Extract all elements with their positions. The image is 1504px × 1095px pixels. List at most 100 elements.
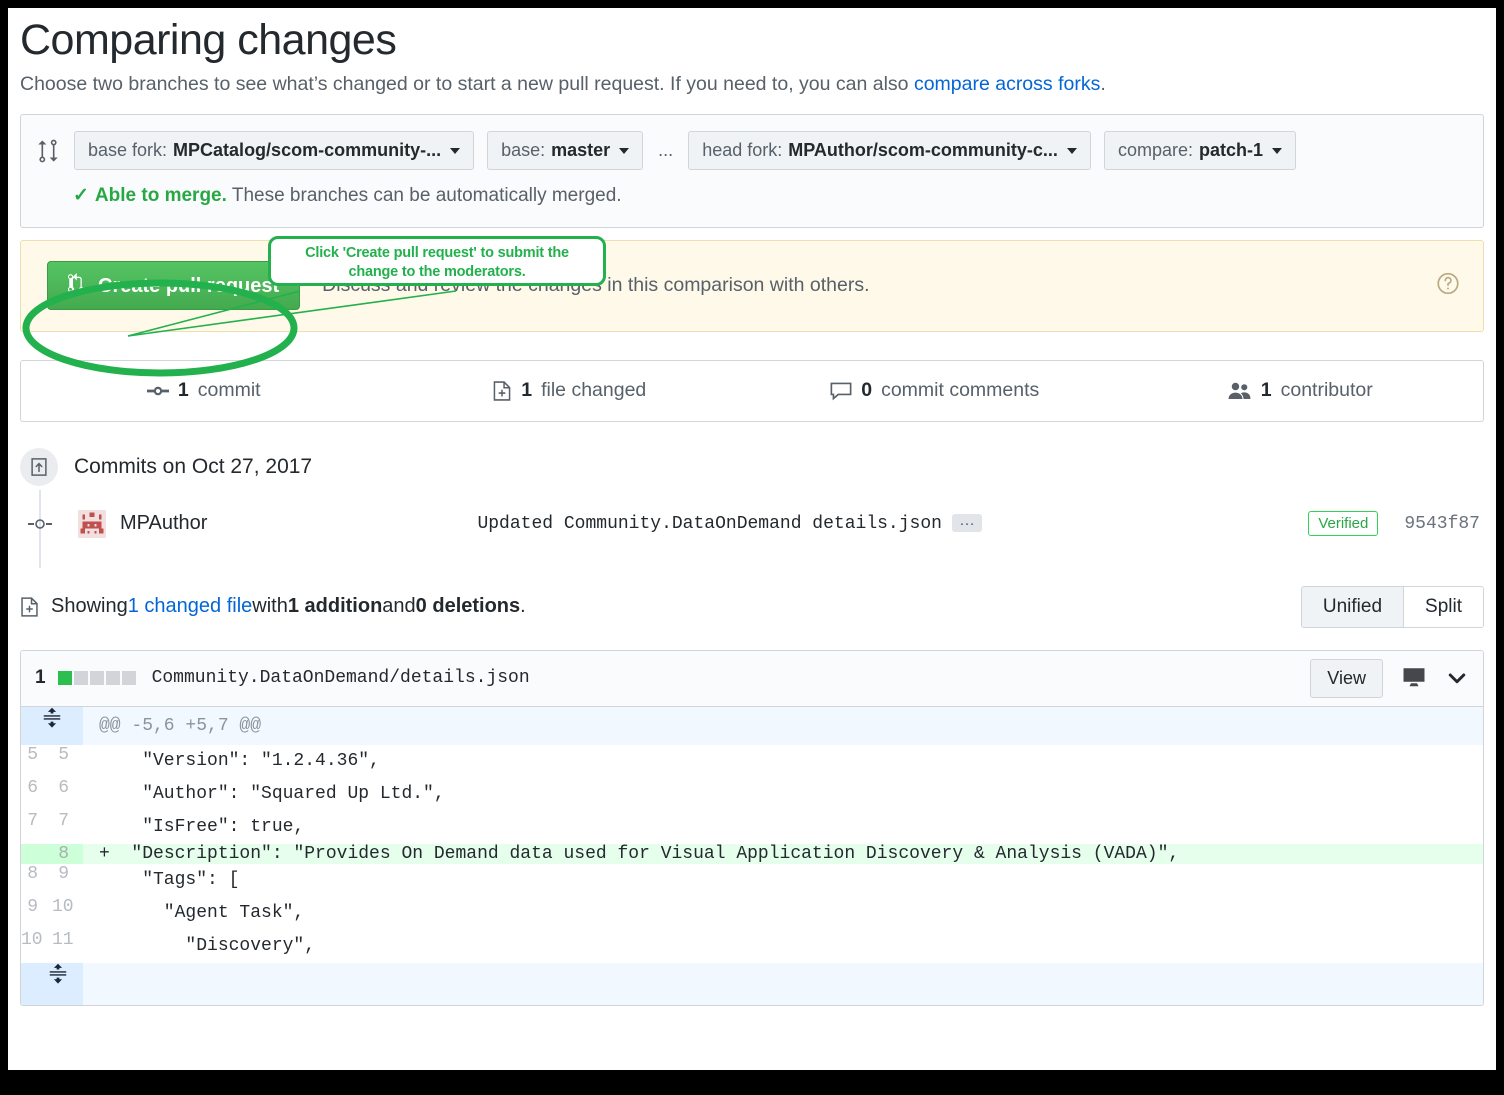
create-pull-request-label: Create pull request: [98, 274, 280, 297]
file-actions: View: [1310, 658, 1469, 698]
people-icon: [1228, 380, 1252, 402]
stat-comments-count: 0: [861, 379, 873, 402]
chevron-down-icon: [1066, 147, 1077, 154]
git-pull-request-icon: [67, 273, 88, 298]
diffstat-block-neutral: [89, 671, 104, 686]
chevron-down-icon: [1272, 147, 1282, 154]
chevron-down-icon: [619, 147, 630, 154]
diff-expand-blank: [83, 963, 1483, 1005]
deletions-count: 0 deletions: [415, 595, 521, 618]
base-fork-dropdown[interactable]: base fork: MPCatalog/scom-community-...: [74, 131, 475, 170]
comparison-stats-bar: 1 commit 1 file changed 0 commit comment…: [20, 359, 1484, 422]
comment-icon: [830, 380, 852, 402]
diff-line-code[interactable]: "Author": "Squared Up Ltd.",: [83, 778, 1483, 811]
compare-separator: ...: [658, 140, 674, 161]
commit-message-text: Updated Community.DataOnDemand details.j…: [477, 513, 942, 534]
compare-value: patch-1: [1198, 140, 1263, 161]
diff-line-code[interactable]: "IsFree": true,: [83, 811, 1483, 844]
file-path[interactable]: Community.DataOnDemand/details.json: [152, 668, 530, 688]
commit-row: MPAuthor Updated Community.DataOnDemand …: [20, 504, 1484, 544]
showing-mid: with: [252, 595, 288, 618]
diff-line-code[interactable]: "Agent Task",: [83, 897, 1483, 930]
commit-node-icon: [20, 515, 60, 533]
diff-line-code-added[interactable]: + "Description": "Provides On Demand dat…: [83, 844, 1483, 864]
stat-files-changed[interactable]: 1 file changed: [387, 361, 753, 421]
page-subtitle-period: .: [1100, 73, 1106, 96]
commit-sha[interactable]: 9543f87: [1404, 514, 1480, 534]
diff-summary-row: Showing 1 changed file with 1 addition a…: [20, 585, 1484, 628]
stat-contributors-label: contributor: [1280, 379, 1373, 402]
diff-line-row: 8 9 "Tags": [: [21, 864, 1483, 897]
chevron-down-icon: [450, 147, 461, 154]
stat-contributors[interactable]: 1 contributor: [1118, 361, 1484, 421]
diff-line-row: 9 10 "Agent Task",: [21, 897, 1483, 930]
swap-branches-icon[interactable]: [35, 138, 61, 164]
avatar[interactable]: [78, 509, 106, 538]
diff-line-code[interactable]: "Tags": [: [83, 864, 1483, 897]
display-icon[interactable]: [1401, 666, 1427, 690]
stat-comments-label: commit comments: [881, 379, 1040, 402]
tab-split[interactable]: Split: [1404, 586, 1483, 627]
old-line-number: 8: [27, 863, 38, 884]
status-badge[interactable]: Verified: [1308, 511, 1379, 537]
showing-suffix: .: [520, 595, 526, 618]
head-fork-label: head fork:: [702, 140, 783, 161]
diff-line-code[interactable]: "Discovery",: [83, 930, 1483, 963]
diffstat-count: 1: [35, 667, 46, 689]
stat-files-label: file changed: [541, 379, 647, 402]
stat-contributors-count: 1: [1260, 379, 1272, 402]
showing-prefix: Showing: [51, 595, 128, 618]
compare-across-forks-link[interactable]: compare across forks: [914, 73, 1100, 95]
diff-line-row: 6 6 "Author": "Squared Up Ltd.",: [21, 778, 1483, 811]
chevron-down-icon[interactable]: [1445, 666, 1469, 690]
diff-line-row: 10 11 "Discovery",: [21, 930, 1483, 963]
diff-line-text: "Description": "Provides On Demand data …: [109, 843, 1180, 864]
commits-heading: Commits on Oct 27, 2017: [74, 454, 313, 478]
commits-heading-row: Commits on Oct 27, 2017: [20, 447, 1484, 486]
compare-branch-dropdown[interactable]: compare: patch-1: [1103, 131, 1296, 170]
commit-author-link[interactable]: MPAuthor: [120, 512, 207, 535]
github-compare-page: Comparing changes Choose two branches to…: [8, 8, 1496, 1070]
stat-commits[interactable]: 1 commit: [21, 361, 387, 421]
annotation-callout: Click 'Create pull request' to submit th…: [268, 236, 606, 286]
help-icon[interactable]: [1435, 270, 1461, 301]
diff-expand-row: [21, 962, 1483, 1005]
base-value: master: [551, 140, 611, 161]
expand-hunk-button[interactable]: [21, 706, 83, 745]
base-fork-value: MPCatalog/scom-community-...: [173, 140, 442, 161]
branch-compare-box: base fork: MPCatalog/scom-community-... …: [20, 114, 1484, 228]
merge-status-bold: Able to merge.: [94, 184, 227, 206]
stat-files-count: 1: [521, 379, 533, 402]
diff-view-toggle: Unified Split: [1300, 585, 1484, 628]
new-line-number: 8: [52, 843, 83, 864]
unfold-icon: [47, 963, 69, 985]
old-line-number: 5: [27, 744, 38, 765]
diff-add-marker: +: [99, 843, 110, 864]
showing-and: and: [382, 595, 416, 618]
head-fork-dropdown[interactable]: head fork: MPAuthor/scom-community-c...: [688, 131, 1091, 170]
create-pull-request-button[interactable]: Create pull request: [47, 261, 301, 311]
old-line-number: 10: [21, 929, 43, 950]
tab-unified[interactable]: Unified: [1301, 586, 1405, 627]
create-pr-banner: Create pull request Discuss and review t…: [20, 239, 1484, 332]
commit-expand-button[interactable]: …: [951, 513, 982, 533]
annotation-callout-line1: Click 'Create pull request' to submit th…: [305, 245, 569, 261]
view-file-button[interactable]: View: [1310, 658, 1383, 698]
old-line-number: 9: [27, 896, 38, 917]
old-line-number: 6: [27, 777, 38, 798]
changed-file-link[interactable]: 1 changed file: [128, 595, 253, 618]
diffstat-block-neutral: [73, 671, 88, 686]
diff-line-code[interactable]: "Version": "1.2.4.36",: [83, 745, 1483, 778]
stat-commits-count: 1: [177, 379, 189, 402]
diffstat-block-added: [57, 671, 72, 686]
diff-hunk-header: @@ -5,6 +5,7 @@: [99, 715, 262, 736]
commit-message[interactable]: Updated Community.DataOnDemand details.j…: [477, 513, 982, 534]
base-branch-dropdown[interactable]: base: master: [487, 131, 644, 170]
stat-commit-comments[interactable]: 0 commit comments: [752, 361, 1118, 421]
new-line-number: 9: [58, 863, 69, 884]
file-diff-header: 1 Community.DataOnDemand/details.json Vi…: [21, 650, 1483, 707]
expand-hunk-button-bottom[interactable]: [21, 962, 83, 1005]
diff-hunk-header-row: @@ -5,6 +5,7 @@: [21, 706, 1483, 745]
file-diff-icon: [492, 380, 512, 402]
unfold-icon: [41, 707, 63, 729]
